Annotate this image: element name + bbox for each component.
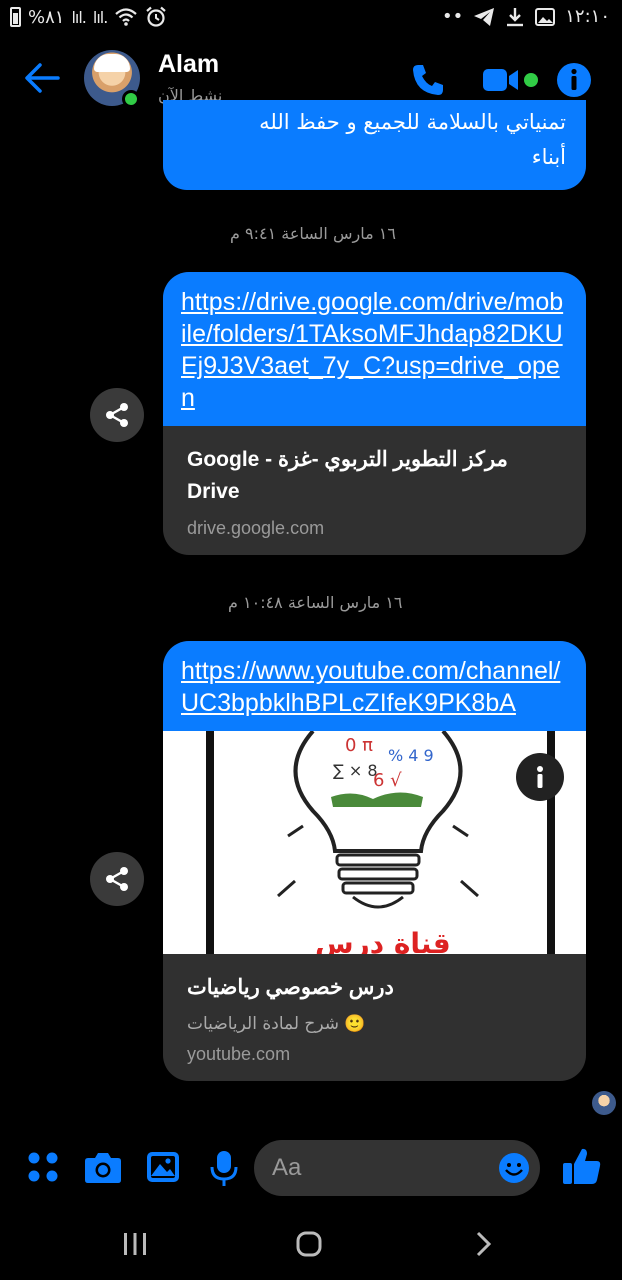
- battery-level: %٨١: [28, 6, 65, 28]
- share-icon: [106, 403, 128, 427]
- lightbulb-illustration: 0 π % 4 9 ∑ × 8 6 √: [277, 731, 479, 909]
- alarm-icon: [146, 6, 167, 27]
- svg-text:∑ × 8: ∑ × 8: [333, 761, 378, 780]
- wifi-icon: [115, 8, 138, 26]
- share-icon: [106, 867, 128, 891]
- info-icon: [537, 766, 543, 788]
- video-thumbnail[interactable]: 0 π % 4 9 ∑ × 8 6 √ قناة درس: [163, 731, 586, 954]
- link-meta[interactable]: درس خصوصي رياضيات 🙂 شرح لمادة الرياضيات …: [163, 954, 586, 1081]
- link-title: مركز التطوير التربوي -غزة - Google Drive: [187, 448, 508, 503]
- link-meta[interactable]: مركز التطوير التربوي -غزة - Google Drive…: [163, 426, 586, 555]
- video-active-dot: [524, 73, 538, 87]
- link-description: 🙂 شرح لمادة الرياضيات: [187, 1014, 366, 1034]
- microphone-icon[interactable]: [210, 1150, 238, 1188]
- timestamp: ١٦ مارس الساعة ٩:٤١ م: [230, 224, 396, 243]
- link-preview-card[interactable]: https://www.youtube.com/channel/UC3bpbkl…: [163, 641, 586, 1081]
- contact-name[interactable]: Alam: [158, 50, 219, 79]
- message-composer: [0, 1136, 622, 1200]
- thumbnail-caption: قناة درس: [315, 927, 451, 954]
- link-url[interactable]: https://www.youtube.com/channel/UC3bpbkl…: [163, 641, 586, 731]
- share-button[interactable]: [90, 388, 144, 442]
- home-icon[interactable]: [296, 1230, 322, 1258]
- link-domain: drive.google.com: [187, 518, 325, 538]
- message-bubble[interactable]: تمنياتي بالسلامة للجميع و حفظ الله أبناء: [163, 100, 586, 190]
- back-nav-icon[interactable]: [474, 1230, 494, 1258]
- battery-icon: [10, 7, 21, 27]
- camera-icon[interactable]: [84, 1150, 122, 1184]
- link-preview-card[interactable]: https://drive.google.com/drive/mobile/fo…: [163, 272, 586, 555]
- message-text-line: أبناء: [531, 145, 566, 169]
- link-title: درس خصوصي رياضيات: [187, 976, 394, 999]
- clock: ١٢:١٠: [565, 6, 610, 27]
- signal-icon: lıl.: [71, 7, 86, 27]
- video-camera-icon[interactable]: [482, 66, 522, 94]
- notification-dots: ••: [442, 6, 464, 27]
- recent-apps-icon[interactable]: [122, 1230, 148, 1258]
- message-input-pill[interactable]: [254, 1140, 540, 1196]
- download-icon: [507, 7, 524, 26]
- link-domain: youtube.com: [187, 1044, 291, 1064]
- online-indicator: [122, 90, 140, 108]
- signal-icon-2: lıl.: [92, 7, 108, 27]
- thumbnail-info-button[interactable]: [516, 753, 564, 801]
- image-notification-icon: [535, 7, 556, 26]
- message-text-line: تمنياتي بالسلامة للجميع و حفظ الله: [259, 110, 566, 134]
- info-icon[interactable]: [556, 62, 592, 98]
- share-button[interactable]: [90, 852, 144, 906]
- telegram-icon: [474, 7, 495, 26]
- phone-icon[interactable]: [410, 62, 446, 98]
- seen-avatar: [592, 1091, 616, 1115]
- svg-text:% 4 9: % 4 9: [388, 746, 434, 765]
- thumbs-up-icon[interactable]: [562, 1146, 602, 1186]
- svg-text:0 π: 0 π: [345, 735, 373, 756]
- timestamp: ١٦ مارس الساعة ١٠:٤٨ م: [228, 593, 403, 612]
- system-navigation-bar: [0, 1212, 622, 1280]
- link-url[interactable]: https://drive.google.com/drive/mobile/fo…: [163, 272, 586, 426]
- emoji-icon[interactable]: [498, 1152, 530, 1184]
- message-input[interactable]: [272, 1150, 492, 1186]
- status-bar: %٨١ lıl. lıl. •• ١٢:١٠: [0, 0, 622, 36]
- apps-grid-icon[interactable]: [26, 1150, 60, 1184]
- gallery-icon[interactable]: [146, 1150, 180, 1184]
- svg-text:6 √: 6 √: [373, 770, 402, 791]
- back-arrow-icon[interactable]: [22, 58, 62, 98]
